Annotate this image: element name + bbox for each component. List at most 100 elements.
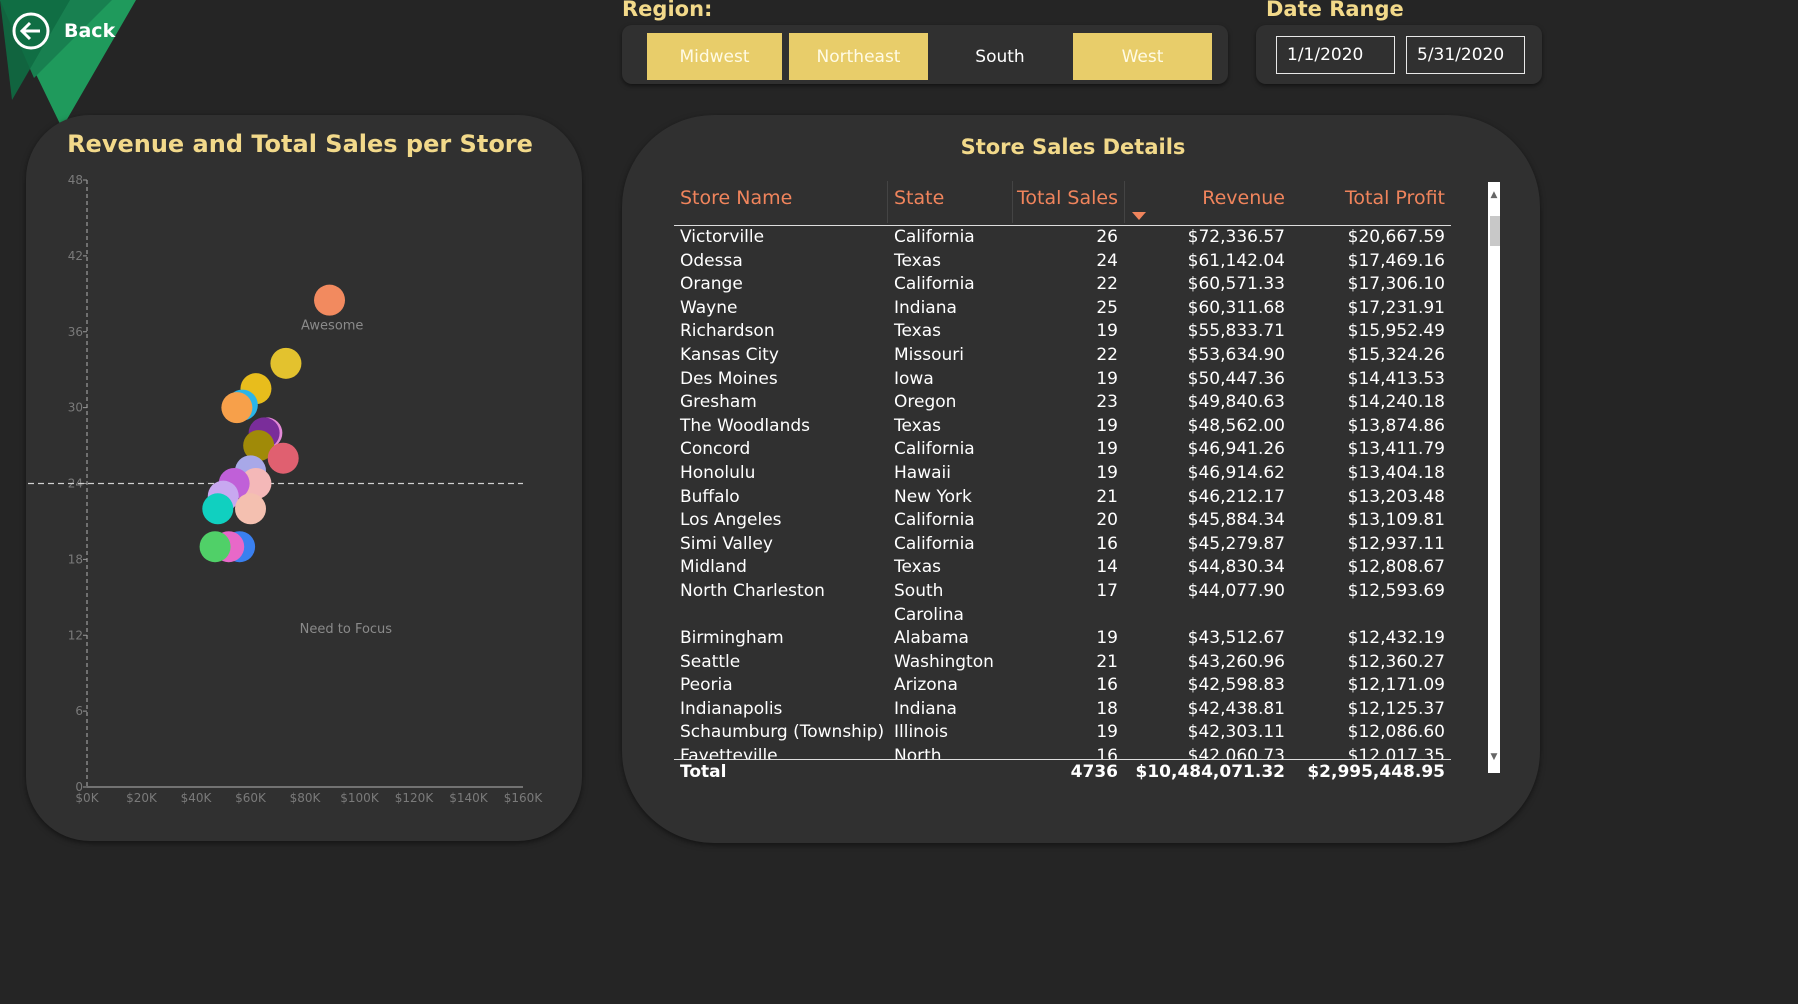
scatter-chart[interactable]: 0612182430364248$0K $20K $40K $60K $80K $100K…: [0, 0, 600, 876]
column-divider: [1124, 181, 1125, 223]
cell-total-profit: $13,874.86: [1347, 415, 1445, 436]
cell-store-name: Fayetteville: [680, 746, 778, 759]
cell-total-profit: $17,469.16: [1347, 250, 1445, 271]
cell-state: Texas: [894, 415, 941, 436]
cell-state: Washington: [894, 651, 994, 672]
table-row[interactable]: Birmingham Alabama 19 $43,512.67 $12,432.19: [674, 627, 1451, 651]
table-row[interactable]: Des Moines Iowa 19 $50,447.36 $14,413.53: [674, 368, 1451, 392]
cell-state: California: [894, 227, 975, 247]
table-row[interactable]: Buffalo New York 21 $46,212.17 $13,203.48: [674, 486, 1451, 510]
x-tick-label: $20K: [126, 791, 158, 805]
x-tick-label: $80K: [290, 791, 322, 805]
table-row[interactable]: Fayetteville North 16 $42,060.73 $12,017.35: [674, 745, 1451, 759]
scatter-point[interactable]: [202, 493, 234, 525]
scroll-down-icon[interactable]: ▼: [1488, 752, 1500, 762]
cell-state: Indiana: [894, 297, 957, 318]
cell-total-profit: $13,109.81: [1347, 510, 1445, 531]
cell-total-sales: 21: [1096, 651, 1118, 672]
y-tick-label: 18: [68, 552, 83, 566]
cell-state: California: [894, 510, 975, 531]
total-profit: $2,995,448.95: [1307, 762, 1445, 782]
x-tick-label: $40K: [181, 791, 213, 805]
header-total-sales[interactable]: Total Sales: [1017, 185, 1118, 211]
header-state[interactable]: State: [894, 185, 944, 211]
x-tick-label: $120K: [395, 791, 435, 805]
cell-revenue: $53,634.90: [1187, 344, 1285, 365]
header-revenue[interactable]: Revenue: [1202, 185, 1285, 211]
cell-state: Texas: [894, 557, 941, 578]
region-west-button[interactable]: West: [1073, 33, 1212, 80]
table-row[interactable]: Los Angeles California 20 $45,884.34 $13,109…: [674, 509, 1451, 533]
date-range-slicer: [1256, 25, 1542, 84]
cell-store-name: Kansas City: [680, 344, 779, 365]
table-row[interactable]: Victorville California 26 $72,336.57 $20,667…: [674, 226, 1451, 250]
cell-total-profit: $12,593.69: [1347, 580, 1445, 601]
cell-store-name: Seattle: [680, 651, 741, 672]
region-south-button[interactable]: South: [931, 33, 1069, 80]
table-row[interactable]: Honolulu Hawaii 19 $46,914.62 $13,404.18: [674, 462, 1451, 486]
scatter-point[interactable]: [267, 442, 299, 474]
table-row[interactable]: Wayne Indiana 25 $60,311.68 $17,231.91: [674, 297, 1451, 321]
cell-store-name: Victorville: [680, 227, 765, 247]
table-row[interactable]: Schaumburg (Township) Illinois 19 $42,303.1…: [674, 721, 1451, 745]
region-northeast-button[interactable]: Northeast: [789, 33, 928, 80]
y-tick-label: 48: [68, 173, 83, 187]
table-row[interactable]: Gresham Oregon 23 $49,840.63 $14,240.18: [674, 391, 1451, 415]
table-row[interactable]: Peoria Arizona 16 $42,598.83 $12,171.09: [674, 674, 1451, 698]
header-total-profit[interactable]: Total Profit: [1345, 185, 1445, 211]
cell-total-sales: 18: [1096, 698, 1118, 719]
header-store-name[interactable]: Store Name: [680, 185, 792, 211]
region-slicer: Midwest Northeast South West: [622, 25, 1228, 84]
y-tick-label: 6: [75, 704, 83, 718]
table-row[interactable]: Simi Valley California 16 $45,279.87 $12,937…: [674, 533, 1451, 557]
scatter-point[interactable]: [270, 347, 302, 379]
table-row[interactable]: North Charleston South Carolina 17 $44,077.…: [674, 580, 1451, 627]
end-date-input[interactable]: [1406, 36, 1525, 74]
cell-store-name: Honolulu: [680, 462, 756, 483]
cell-total-sales: 22: [1096, 274, 1118, 295]
region-midwest-button[interactable]: Midwest: [647, 33, 782, 80]
cell-total-profit: $12,937.11: [1347, 533, 1445, 554]
table-row[interactable]: The Woodlands Texas 19 $48,562.00 $13,874.86: [674, 415, 1451, 439]
scatter-point[interactable]: [314, 284, 346, 316]
scatter-point[interactable]: [221, 392, 253, 424]
table-row[interactable]: Kansas City Missouri 22 $53,634.90 $15,324.2…: [674, 344, 1451, 368]
cell-revenue: $60,311.68: [1187, 297, 1285, 318]
cell-total-profit: $14,240.18: [1347, 392, 1445, 413]
cell-state: Texas: [894, 250, 941, 271]
scroll-up-icon[interactable]: ▲: [1488, 190, 1500, 200]
scatter-point[interactable]: [199, 531, 231, 563]
table-row[interactable]: Indianapolis Indiana 18 $42,438.81 $12,125.3…: [674, 698, 1451, 722]
cell-state: Hawaii: [894, 462, 951, 483]
cell-total-profit: $15,952.49: [1347, 321, 1445, 342]
cell-total-sales: 23: [1096, 392, 1118, 413]
cell-revenue: $42,303.11: [1187, 722, 1285, 743]
cell-store-name: Des Moines: [680, 368, 778, 389]
scrollbar-thumb[interactable]: [1490, 216, 1500, 246]
scatter-point[interactable]: [235, 493, 266, 525]
table-scrollbar[interactable]: [1488, 182, 1500, 773]
cell-revenue: $43,512.67: [1187, 628, 1285, 649]
x-tick-label: $60K: [235, 791, 267, 805]
x-tick-label: $100K: [340, 791, 380, 805]
cell-total-sales: 16: [1096, 746, 1118, 759]
total-label: Total: [680, 762, 727, 782]
cell-store-name: Indianapolis: [680, 698, 783, 719]
table-row[interactable]: Richardson Texas 19 $55,833.71 $15,952.49: [674, 320, 1451, 344]
cell-revenue: $49,840.63: [1187, 392, 1285, 413]
cell-store-name: Peoria: [680, 675, 733, 696]
cell-revenue: $42,598.83: [1187, 675, 1285, 696]
cell-total-profit: $12,360.27: [1347, 651, 1445, 672]
cell-store-name: The Woodlands: [680, 415, 810, 436]
table-row[interactable]: Odessa Texas 24 $61,142.04 $17,469.16: [674, 250, 1451, 274]
table-row[interactable]: Midland Texas 14 $44,830.34 $12,808.67: [674, 556, 1451, 580]
table-row[interactable]: Orange California 22 $60,571.33 $17,306.10: [674, 273, 1451, 297]
cell-total-profit: $14,413.53: [1347, 368, 1445, 389]
y-tick-label: 12: [68, 628, 83, 642]
table-body: Victorville California 26 $72,336.57 $20,667…: [674, 226, 1451, 759]
cell-state: California: [894, 274, 975, 295]
table-row[interactable]: Seattle Washington 21 $43,260.96 $12,360.27: [674, 651, 1451, 675]
table-row[interactable]: Concord California 19 $46,941.26 $13,411.79: [674, 438, 1451, 462]
cell-total-sales: 14: [1096, 557, 1118, 578]
start-date-input[interactable]: [1276, 36, 1395, 74]
